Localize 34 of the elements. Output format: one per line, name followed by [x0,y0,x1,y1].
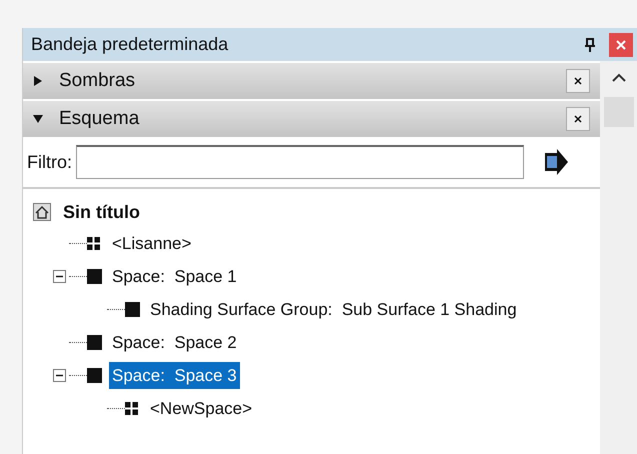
square-icon [87,269,102,284]
chevron-up-icon[interactable] [612,73,626,83]
filter-field[interactable] [76,145,524,179]
grid-icon [125,402,138,415]
close-icon [616,40,626,50]
tree-item[interactable]: Shading Surface Group: Sub Surface 1 Shading [147,296,520,324]
filter-label: Filtro: [27,150,72,174]
section-header[interactable]: Esquema [23,101,600,137]
tree-item[interactable]: <Lisanne> [109,230,194,258]
collapse-toggle[interactable] [53,369,66,382]
tree-root[interactable]: Sin título [63,198,140,226]
scroll-bar[interactable] [600,61,637,454]
close-button[interactable] [566,107,590,131]
section-title: Esquema [59,106,140,131]
tree-item[interactable]: Space: Space 2 [109,328,240,356]
square-icon [87,335,102,350]
triangle-right-icon [33,76,43,86]
home-icon [33,203,51,221]
close-icon [574,77,582,85]
section-header[interactable]: Sombras [23,63,600,99]
square-icon [87,368,102,383]
window-title: Bandeja predeterminada [31,33,230,56]
grid-icon [87,237,100,250]
square-icon [125,302,140,317]
tree-item[interactable]: Space: Space 1 [109,262,240,290]
close-icon [574,115,582,123]
arrow-right-icon[interactable] [542,149,568,175]
collapse-toggle[interactable] [53,270,66,283]
pin-icon[interactable] [585,38,595,52]
section-title: Sombras [59,68,136,93]
tree-item[interactable]: <NewSpace> [147,394,256,422]
tree-item[interactable]: Space: Space 3 [109,362,240,390]
triangle-down-icon [33,114,43,124]
close-button[interactable] [566,69,590,93]
